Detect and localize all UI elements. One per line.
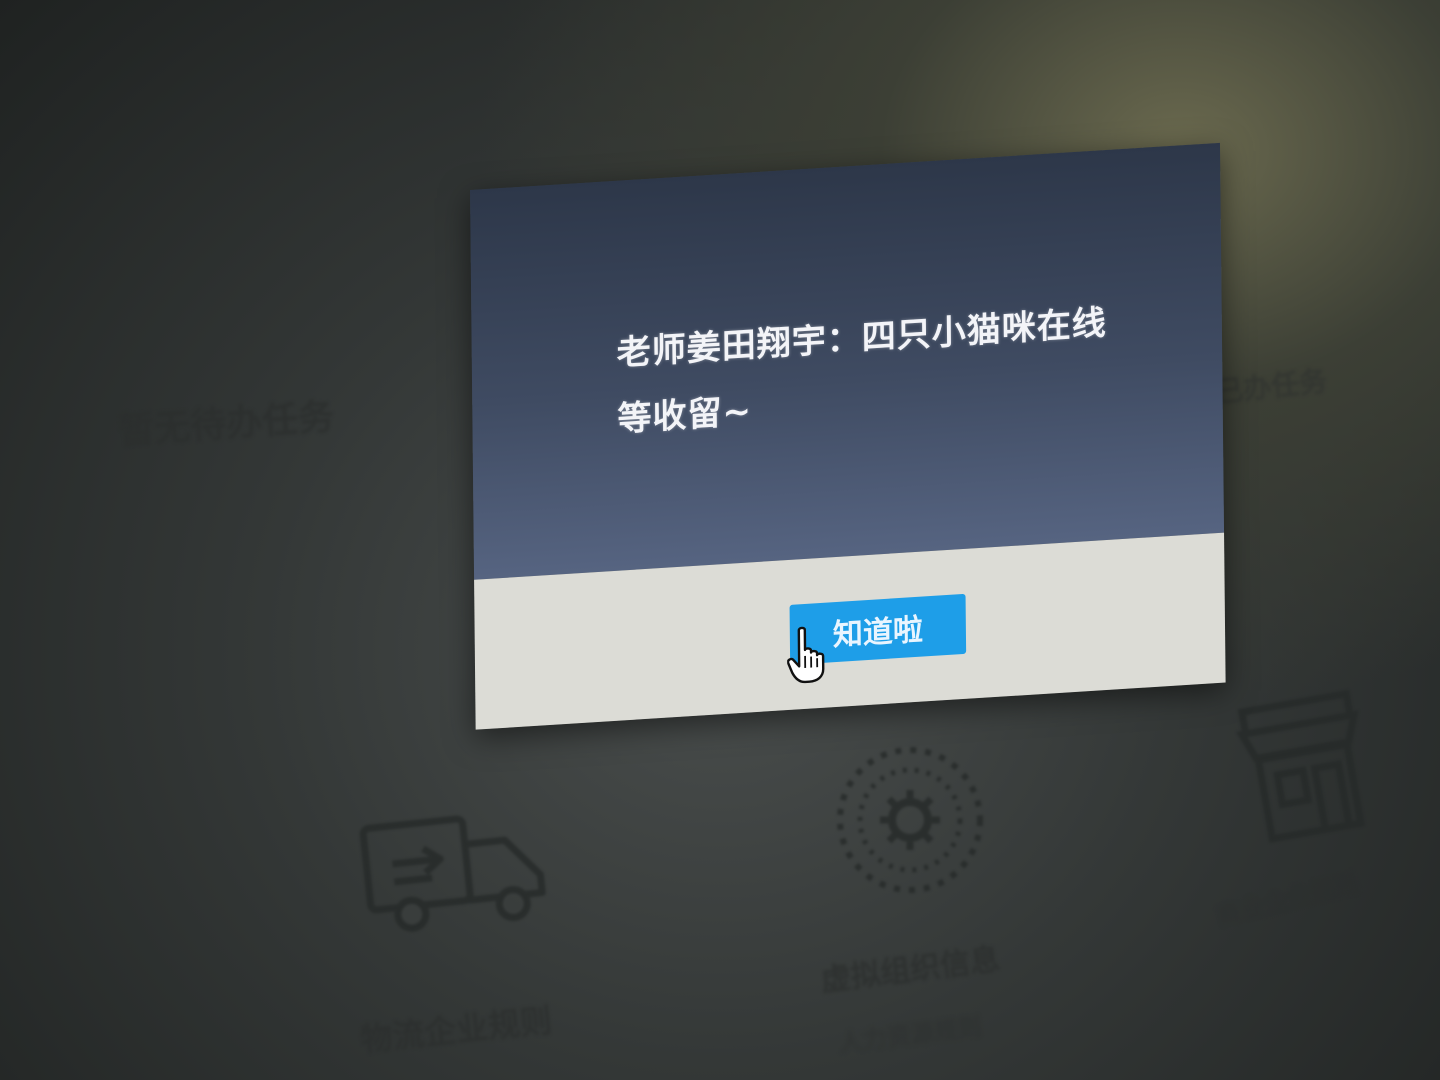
notice-dialog: 老师姜田翔宇：四只小猫咪在线 等收留~ 知道啦: [470, 142, 1226, 730]
truck-icon[interactable]: [353, 795, 567, 955]
tile-virtual-org-sublabel: 人力资源规则: [837, 1012, 984, 1058]
hand-pointer-icon: [786, 626, 825, 684]
dialog-body: 老师姜田翔宇：四只小猫咪在线 等收留~: [470, 142, 1225, 580]
tile-virtual-org-label[interactable]: 虚拟组织信息: [818, 934, 1002, 1000]
storefront-icon[interactable]: [1228, 680, 1382, 850]
screen: 暂无待办任务 已办任务 物流企业规则 虚拟组织信息 人力资源规则 商业企业规则 …: [0, 0, 1440, 1080]
tile-logistics-label[interactable]: 物流企业规则: [358, 995, 554, 1061]
tile-shop-label[interactable]: 商业企业规则: [1213, 863, 1361, 932]
gear-circle-icon[interactable]: [830, 740, 990, 900]
done-tasks-text: 已办任务: [1213, 364, 1329, 409]
empty-task-text: 暂无待办任务: [117, 396, 336, 453]
dialog-message: 老师姜田翔宇：四只小猫咪在线 等收留~: [616, 289, 1117, 452]
